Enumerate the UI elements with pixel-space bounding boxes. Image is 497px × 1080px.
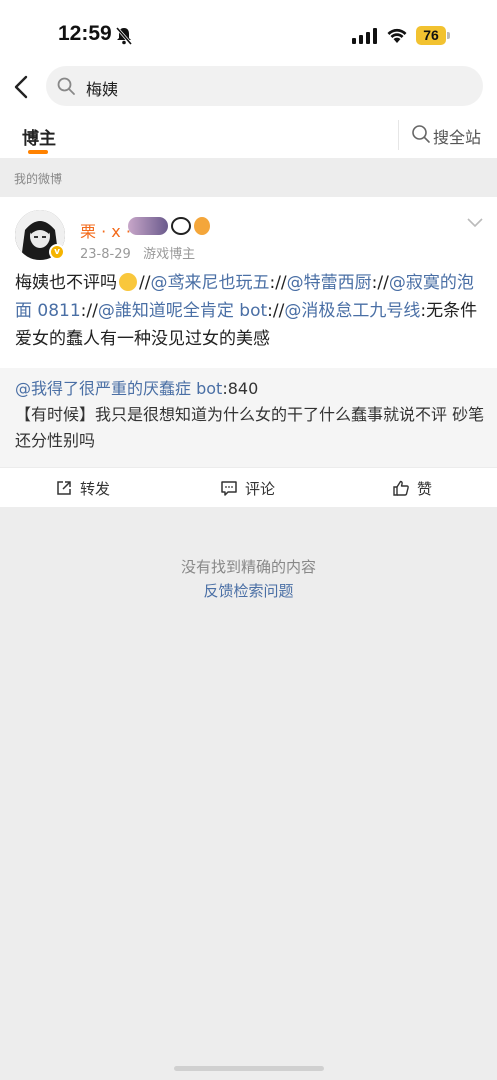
empty-result-note: 没有找到精确的内容 bbox=[180, 558, 316, 576]
post-source: 游戏博主 bbox=[143, 247, 196, 262]
search-icon bbox=[412, 125, 430, 143]
post-meta: 23-8-29 游戏博主 bbox=[80, 243, 195, 262]
comment-icon bbox=[221, 481, 237, 496]
filter-tabs: 博主 搜全站 bbox=[0, 112, 497, 158]
home-indicator[interactable] bbox=[174, 1066, 324, 1071]
repost-author-link[interactable]: @我得了很严重的厌蠢症 bot bbox=[15, 379, 222, 398]
quoted-repost[interactable]: @我得了很严重的厌蠢症 bot:840 【有时候】我只是很想知道为什么女的干了什… bbox=[0, 368, 497, 467]
post-action-bar: 转发 评论 赞 bbox=[0, 467, 497, 507]
status-time: 12:59 bbox=[58, 22, 112, 45]
thinking-emoji-icon bbox=[119, 273, 137, 291]
active-tab-indicator bbox=[28, 150, 48, 154]
post-card[interactable]: v 栗 · x · 23-8-29 游戏博主 梅姨也不评吗//@鸢来尼也玩五:/… bbox=[0, 197, 497, 467]
panda-icon bbox=[171, 217, 191, 235]
like-label: 赞 bbox=[417, 479, 433, 498]
tab-bloggers[interactable]: 博主 bbox=[22, 124, 56, 149]
back-icon[interactable] bbox=[10, 72, 34, 102]
feedback-link[interactable]: 反馈检索问题 bbox=[0, 580, 497, 601]
section-label: 我的微博 bbox=[14, 172, 63, 186]
repost-label: 转发 bbox=[80, 479, 111, 498]
quoted-repost-text: @我得了很严重的厌蠢症 bot:840 【有时候】我只是很想知道为什么女的干了什… bbox=[15, 376, 485, 454]
like-icon bbox=[393, 480, 409, 496]
search-icon bbox=[57, 77, 75, 95]
post-username[interactable]: 栗 · x · bbox=[80, 218, 131, 242]
comment-button[interactable]: 评论 bbox=[220, 478, 275, 498]
sticker-icon bbox=[128, 217, 168, 235]
mention-link[interactable]: @消极怠工九号线 bbox=[284, 301, 420, 321]
post-body: 梅姨也不评吗//@鸢来尼也玩五://@特蕾西厨://@寂寞的泡面 0811://… bbox=[15, 273, 478, 349]
mention-link[interactable]: @鸢来尼也玩五 bbox=[150, 273, 269, 293]
repost-button[interactable]: 转发 bbox=[55, 478, 110, 498]
chevron-down-icon[interactable] bbox=[466, 217, 484, 229]
comment-label: 评论 bbox=[245, 479, 276, 498]
repost-suffix: :840 bbox=[222, 379, 259, 398]
mention-link[interactable]: @誰知道呢全肯定 bot bbox=[98, 301, 267, 321]
wifi-icon bbox=[387, 28, 407, 43]
mention-link[interactable]: @特蕾西厨 bbox=[287, 273, 372, 293]
like-button[interactable]: 赞 bbox=[392, 478, 432, 498]
post-text-start: 梅姨也不评吗 bbox=[15, 273, 117, 293]
bell-muted-icon bbox=[115, 27, 133, 45]
repost-icon bbox=[57, 481, 71, 495]
search-all-label: 搜全站 bbox=[433, 128, 482, 147]
battery-indicator: 76 bbox=[416, 26, 446, 45]
mascot-icon bbox=[194, 217, 210, 235]
repost-body: 【有时候】我只是很想知道为什么女的干了什么蠢事就说不评 砂笔还分性别吗 bbox=[15, 405, 485, 450]
search-query: 梅姨 bbox=[86, 80, 119, 99]
search-input[interactable]: 梅姨 bbox=[46, 66, 483, 106]
search-all-button[interactable]: 搜全站 bbox=[398, 120, 481, 150]
search-header: 梅姨 bbox=[0, 62, 497, 112]
battery-tip bbox=[447, 32, 450, 39]
status-bar: 12:59 76 bbox=[0, 0, 497, 62]
username-emoji-strip bbox=[128, 217, 210, 237]
signal-icon bbox=[352, 28, 377, 44]
verified-badge: v bbox=[49, 244, 65, 260]
post-date: 23-8-29 bbox=[80, 247, 131, 262]
